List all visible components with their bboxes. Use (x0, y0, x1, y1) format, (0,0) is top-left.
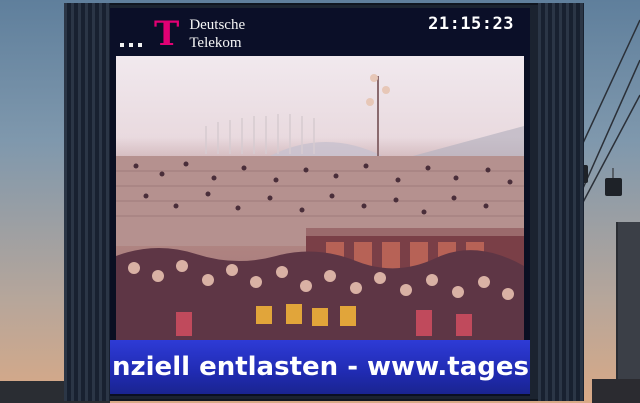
logo-t-mark: T (154, 14, 180, 54)
live-video-feed (116, 56, 524, 346)
screen-header: T Deutsche Telekom 21:15:23 (110, 8, 530, 60)
logo-dots (120, 43, 142, 47)
frame-edge-left (64, 3, 110, 401)
video-wall-screen: T Deutsche Telekom 21:15:23 nziell entla… (110, 8, 530, 396)
news-ticker: nziell entlasten - www.tagessc (110, 340, 530, 394)
telekom-logo: T Deutsche Telekom (120, 16, 245, 52)
frame-edge-right (538, 3, 584, 401)
logo-dot (138, 43, 142, 47)
logo-line-1: Deutsche (189, 17, 246, 33)
building-right (592, 379, 640, 403)
logo-wordmark: Deutsche Telekom (189, 16, 245, 52)
logo-dot (129, 43, 133, 47)
screen-clock: 21:15:23 (428, 14, 514, 34)
logo-line-2: Telekom (189, 35, 242, 51)
crowd-scene-illustration (116, 74, 524, 346)
logo-dot (120, 43, 124, 47)
tower-right (616, 222, 640, 382)
